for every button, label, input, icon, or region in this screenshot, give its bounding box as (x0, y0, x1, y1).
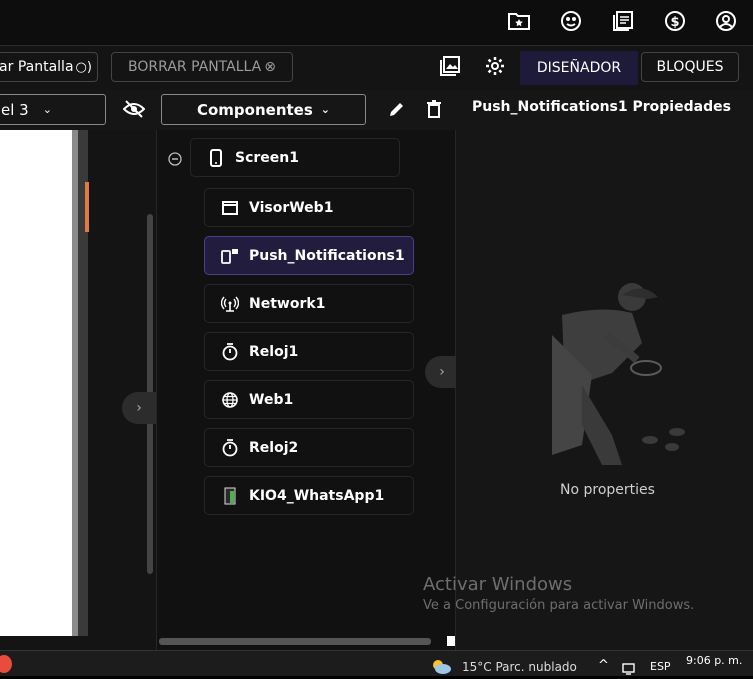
components-dropdown-value: Componentes (196, 100, 313, 119)
level-dropdown-value: el 3 (1, 100, 29, 119)
windows-activation-hint: Ve a Configuración para activar Windows. (423, 598, 695, 613)
trash-icon[interactable] (426, 100, 442, 118)
blocks-button[interactable]: BLOQUES (641, 52, 739, 82)
preview-marker (85, 182, 89, 232)
tree-item-label: VisorWeb1 (249, 199, 334, 216)
show-screen-button[interactable]: ar Pantalla ○) (0, 52, 98, 82)
chevron-right-icon: › (136, 400, 142, 416)
components-dropdown[interactable]: Componentes ⌄ (161, 94, 366, 125)
tree-root-screen1[interactable]: Screen1 (190, 138, 400, 177)
chevron-down-icon: ⌄ (320, 103, 330, 116)
tree-item-label: Network1 (249, 295, 326, 312)
tree-item[interactable]: Web1 (204, 380, 414, 419)
phone-preview[interactable] (0, 130, 72, 636)
expand-viewer-button[interactable]: › (122, 392, 156, 424)
globe-icon (221, 391, 239, 409)
tree-root-label: Screen1 (235, 149, 299, 166)
chevron-right-icon: › (439, 364, 445, 380)
weather-text[interactable]: 15°C Parc. nublado (462, 660, 577, 674)
tree-item[interactable]: KIO4_WhatsApp1 (204, 476, 414, 515)
pencil-icon[interactable] (388, 100, 406, 118)
language-indicator[interactable]: ESP (650, 660, 671, 673)
dollar-icon[interactable]: $ (662, 8, 688, 34)
tree-item-label: Reloj2 (249, 439, 299, 456)
scrollbar-corner (447, 636, 455, 646)
clock-time[interactable]: 9:06 p. m. (686, 654, 742, 667)
eye-off-icon[interactable] (122, 99, 146, 119)
antenna-icon (221, 295, 239, 313)
chevron-down-icon: ⌄ (42, 103, 52, 116)
book-icon[interactable] (610, 8, 636, 34)
designer-button[interactable]: DISEÑADOR (520, 51, 638, 85)
clear-screen-button[interactable]: BORRAR PANTALLA ⊗ (111, 52, 293, 82)
chevron-up-icon[interactable]: ^ (598, 658, 609, 673)
expand-properties-button[interactable]: › (425, 356, 459, 388)
svg-text:$: $ (670, 15, 679, 30)
tree-item-label: Web1 (249, 391, 294, 408)
collapse-tree-icon[interactable] (168, 151, 182, 166)
face-icon[interactable] (558, 8, 584, 34)
tree-horizontal-scrollbar[interactable] (159, 638, 431, 645)
designer-label: DISEÑADOR (536, 60, 622, 76)
viewer-pane: › (0, 130, 156, 650)
components-pane: Screen1 VisorWeb1 Push_Notifications1 Ne… (156, 130, 459, 650)
show-screen-label: ar Pantalla (0, 59, 74, 75)
gallery-icon[interactable] (440, 56, 460, 76)
timer-icon (221, 342, 239, 361)
timer-icon (221, 438, 239, 457)
tree-item-label: KIO4_WhatsApp1 (249, 487, 385, 504)
tree-item[interactable]: Network1 (204, 284, 414, 323)
level-dropdown[interactable]: el 3 ⌄ (0, 94, 106, 125)
tree-item[interactable]: Reloj1 (204, 332, 414, 371)
gear-icon[interactable] (485, 56, 505, 76)
clear-screen-label: BORRAR PANTALLA (128, 59, 262, 75)
push-icon (221, 247, 239, 265)
empty-state-illustration (522, 275, 692, 475)
designer-toolbar: ar Pantalla ○) BORRAR PANTALLA ⊗ DISEÑAD… (0, 45, 753, 90)
network-icon[interactable] (622, 660, 638, 675)
account-icon[interactable] (713, 8, 739, 34)
tree-item-selected[interactable]: Push_Notifications1 (204, 236, 414, 275)
tree-item-label: Push_Notifications1 (249, 247, 405, 264)
tree-item-label: Reloj1 (249, 343, 299, 360)
properties-title: Push_Notifications1 Propiedades (472, 99, 731, 115)
toggle-icon: ○) (75, 59, 92, 75)
folder-star-icon[interactable] (506, 8, 532, 34)
tree-item[interactable]: VisorWeb1 (204, 188, 414, 227)
properties-pane: Push_Notifications1 Propiedades No prope… (456, 90, 753, 650)
weather-icon (430, 657, 452, 675)
extension-icon (221, 487, 239, 505)
window-icon (221, 199, 239, 217)
windows-activation-title: Activar Windows (423, 574, 573, 595)
browser-taskbar-icon[interactable] (0, 655, 12, 673)
tree-item[interactable]: Reloj2 (204, 428, 414, 467)
top-header: $ (0, 0, 753, 45)
phone-icon (207, 148, 225, 167)
windows-taskbar: 15°C Parc. nublado ^ ESP 9:06 p. m. (0, 650, 753, 676)
clear-icon: ⊗ (264, 59, 276, 75)
blocks-label: BLOQUES (656, 59, 724, 75)
no-properties-text: No properties (560, 482, 655, 498)
